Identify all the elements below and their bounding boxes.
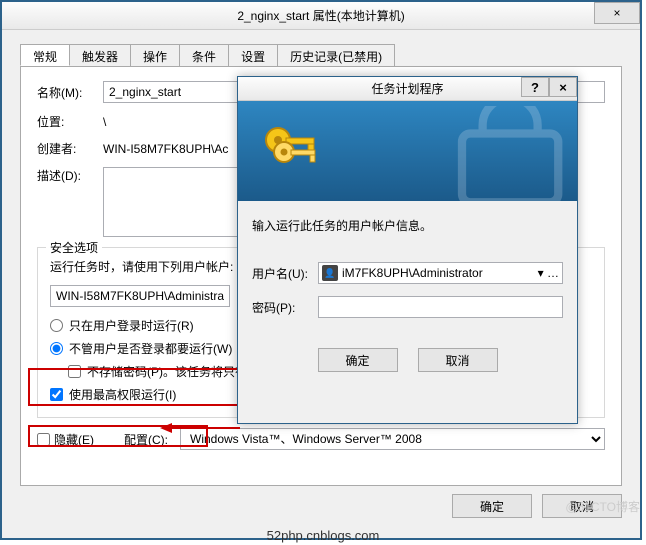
tab-bar: 常规 触发器 操作 条件 设置 历史记录(已禁用) — [2, 30, 640, 66]
dialog-close-button[interactable]: × — [549, 77, 577, 97]
tab-general[interactable]: 常规 — [20, 44, 70, 66]
main-button-row: 确定 取消 — [2, 486, 640, 526]
dialog-cancel-button[interactable]: 取消 — [418, 348, 498, 372]
watermark: @51CTO博客 — [565, 498, 640, 515]
dialog-ok-button[interactable]: 确定 — [318, 348, 398, 372]
user-value: iM7FK8UPH\Administrator — [342, 266, 483, 280]
location-value: \ — [103, 115, 106, 129]
security-legend: 安全选项 — [46, 239, 102, 256]
account-input[interactable] — [50, 285, 230, 307]
config-select[interactable]: Windows Vista™、Windows Server™ 2008 — [180, 428, 605, 450]
close-button[interactable]: × — [594, 2, 640, 24]
arrow-icon — [160, 415, 240, 443]
tab-actions[interactable]: 操作 — [130, 44, 180, 66]
window-title: 2_nginx_start 属性(本地计算机) — [237, 7, 404, 24]
name-label: 名称(M): — [37, 84, 103, 101]
keys-icon — [258, 118, 322, 185]
creator-value: WIN-I58M7FK8UPH\Ac — [103, 142, 228, 156]
ok-button[interactable]: 确定 — [452, 494, 532, 518]
dialog-title: 任务计划程序 — [371, 80, 443, 97]
pass-label: 密码(P): — [252, 299, 318, 316]
dialog-titlebar[interactable]: 任务计划程序 ? × — [238, 77, 577, 101]
banner-bg-icon — [447, 106, 577, 201]
credentials-dialog: 任务计划程序 ? × 输入运行此任务的用户帐户信息。 用户名(U): 👤 iM7… — [237, 76, 578, 424]
tab-conditions[interactable]: 条件 — [179, 44, 229, 66]
highlight-box-radio — [28, 368, 240, 406]
user-label: 用户名(U): — [252, 265, 318, 282]
dialog-help-button[interactable]: ? — [521, 77, 549, 97]
footer-text: 52php.cnblogs.com — [0, 528, 646, 543]
radio-always[interactable] — [50, 342, 63, 355]
radio-always-label: 不管用户是否登录都要运行(W) — [69, 340, 232, 357]
descr-label: 描述(D): — [37, 167, 103, 184]
chevron-down-icon: ▾ … — [538, 266, 559, 280]
tab-settings[interactable]: 设置 — [228, 44, 278, 66]
tab-triggers[interactable]: 触发器 — [69, 44, 131, 66]
titlebar[interactable]: 2_nginx_start 属性(本地计算机) × — [2, 2, 640, 30]
creator-label: 创建者: — [37, 140, 103, 157]
location-label: 位置: — [37, 113, 103, 130]
tab-history[interactable]: 历史记录(已禁用) — [277, 44, 395, 66]
password-input[interactable] — [318, 296, 563, 318]
user-select[interactable]: 👤 iM7FK8UPH\Administrator ▾ … — [318, 262, 563, 284]
radio-logged-on[interactable] — [50, 319, 63, 332]
dialog-prompt: 输入运行此任务的用户帐户信息。 — [252, 217, 563, 234]
radio-logged-label: 只在用户登录时运行(R) — [69, 317, 194, 334]
dialog-banner — [238, 101, 577, 201]
avatar-icon: 👤 — [322, 265, 338, 281]
